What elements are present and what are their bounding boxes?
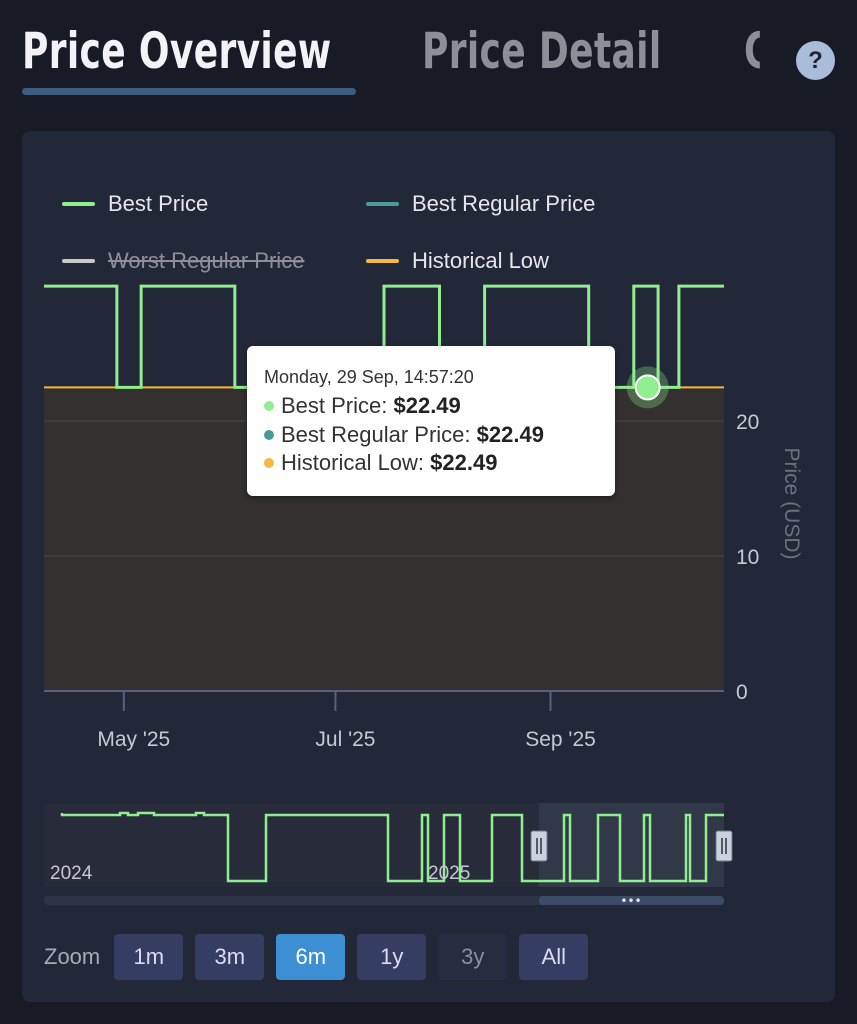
zoom-controls: Zoom 1m 3m 6m 1y 3y All [44,934,600,980]
active-tab-underline [22,88,356,95]
tooltip-row-best-regular-price: Best Regular Price: $22.49 [264,421,598,450]
x-tick-label: May '25 [97,728,170,751]
y-tick-label: 10 [736,546,759,569]
navigator-handle[interactable] [530,830,548,862]
tooltip-label: Best Price: [281,393,394,418]
navigator-handle[interactable] [715,830,733,862]
series-dot [264,429,274,440]
x-tick-label: Sep '25 [525,728,596,751]
navigator-year-label: 2024 [50,863,93,884]
series-dot [264,458,274,468]
tooltip-value: $22.49 [393,393,461,418]
tooltip-row-historical-low: Historical Low: $22.49 [264,449,598,478]
hover-point [634,374,661,401]
tooltip-label: Best Regular Price: [281,421,477,447]
zoom-3m-button[interactable]: 3m [195,934,265,980]
navigator-year-label: 2025 [428,863,470,884]
tab-price-overview[interactable]: Price Overview [22,22,332,80]
series-dot [264,401,274,411]
y-tick-label: 20 [736,411,759,434]
zoom-6m-button[interactable]: 6m [276,934,346,980]
tooltip-label: Historical Low: [281,450,431,475]
scrollbar-grip-icon: ••• [620,894,641,908]
y-tick-label: 0 [736,681,748,704]
zoom-label: Zoom [44,944,101,969]
tooltip-row-best-price: Best Price: $22.49 [264,392,598,421]
tab-price-detail[interactable]: Price Detail [422,22,662,80]
zoom-1m-button[interactable]: 1m [114,934,184,980]
tab-bar: Price Overview Price Detail C ? [0,0,857,110]
price-chart-card: Best Price Best Regular Price Worst Regu… [22,131,835,1002]
y-axis-title: Price (USD) [780,447,803,559]
tab-truncated[interactable]: C [744,22,760,80]
tooltip-date: Monday, 29 Sep, 14:57:20 [264,367,474,387]
price-chart[interactable]: 0 10 20 Price (USD) May '25 Jul '25 Sep '25 •••… [22,131,835,1002]
zoom-all-button[interactable]: All [519,934,589,980]
x-tick-label: Jul '25 [315,728,375,751]
tooltip-value: $22.49 [430,450,498,475]
tooltip-value: $22.49 [476,421,544,447]
help-icon[interactable]: ? [796,41,835,80]
zoom-1y-button[interactable]: 1y [357,934,427,980]
zoom-3y-button: 3y [438,934,508,980]
chart-tooltip: Monday, 29 Sep, 14:57:20 Best Price: $22… [247,346,615,496]
